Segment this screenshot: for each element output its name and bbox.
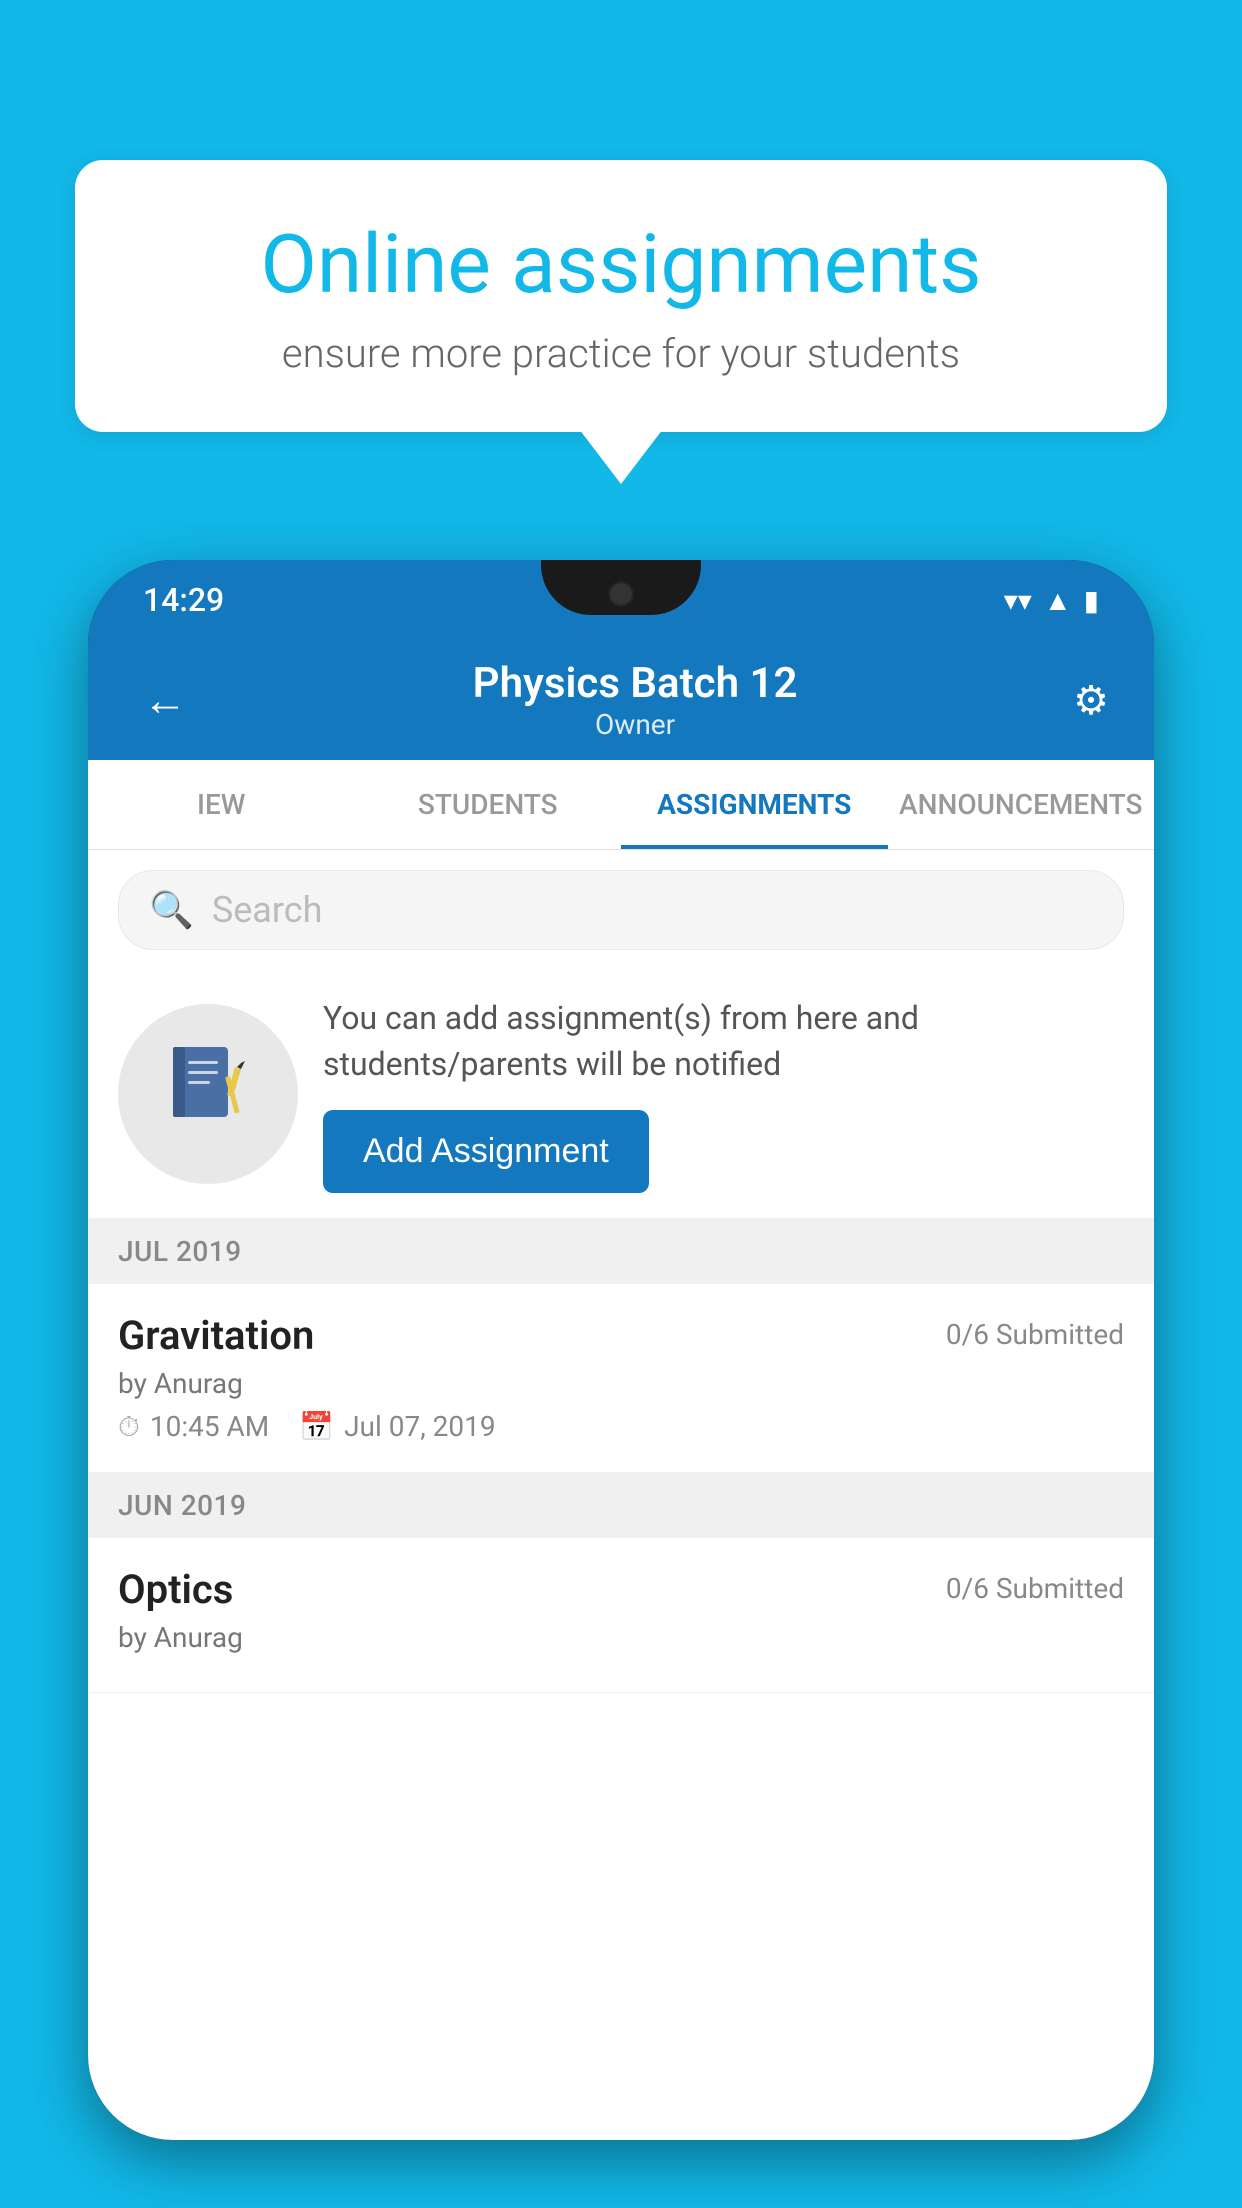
assignment-item-header: Gravitation 0/6 Submitted xyxy=(118,1312,1124,1359)
tabs-bar: IEW STUDENTS ASSIGNMENTS ANNOUNCEMENTS xyxy=(88,760,1154,850)
front-camera xyxy=(608,581,634,607)
section-header-jun: JUN 2019 xyxy=(88,1473,1154,1538)
tab-iew[interactable]: IEW xyxy=(88,760,355,849)
submitted-count: 0/6 Submitted xyxy=(946,1318,1124,1351)
search-placeholder: Search xyxy=(212,889,323,931)
phone-wrapper: 14:29 ▾▾ ▲ ▮ ← Physics Batch 12 Owner ⚙ … xyxy=(88,560,1154,2208)
search-bar[interactable]: 🔍 Search xyxy=(118,870,1124,950)
section-header-jul: JUL 2019 xyxy=(88,1219,1154,1284)
battery-icon: ▮ xyxy=(1084,584,1099,617)
notebook-icon xyxy=(163,1039,253,1149)
calendar-icon: 📅 xyxy=(299,1410,334,1443)
promo-icon-circle xyxy=(118,1004,298,1184)
header-center: Physics Batch 12 Owner xyxy=(197,659,1073,741)
assignment-name: Gravitation xyxy=(118,1312,314,1359)
assignment-time: 10:45 AM xyxy=(150,1410,269,1443)
tab-students[interactable]: STUDENTS xyxy=(355,760,622,849)
meta-date: 📅 Jul 07, 2019 xyxy=(299,1410,495,1443)
tab-announcements[interactable]: ANNOUNCEMENTS xyxy=(888,760,1155,849)
screen-content: 🔍 Search xyxy=(88,850,1154,2140)
speech-bubble-subtitle: ensure more practice for your students xyxy=(145,330,1097,377)
tab-assignments[interactable]: ASSIGNMENTS xyxy=(621,760,888,849)
assignment-name-optics: Optics xyxy=(118,1566,233,1613)
header-title: Physics Batch 12 xyxy=(197,659,1073,708)
assignment-date: Jul 07, 2019 xyxy=(344,1410,496,1443)
promo-content: You can add assignment(s) from here and … xyxy=(323,995,1124,1193)
speech-bubble-title: Online assignments xyxy=(145,220,1097,310)
search-icon: 🔍 xyxy=(149,889,194,931)
phone-notch xyxy=(541,560,701,615)
status-icons: ▾▾ ▲ ▮ xyxy=(1004,584,1099,617)
status-time: 14:29 xyxy=(143,581,224,619)
speech-bubble-container: Online assignments ensure more practice … xyxy=(75,160,1167,432)
promo-text: You can add assignment(s) from here and … xyxy=(323,995,1124,1088)
clock-icon: ⏱ xyxy=(118,1410,140,1444)
signal-icon: ▲ xyxy=(1044,584,1072,617)
assignment-promo: You can add assignment(s) from here and … xyxy=(88,970,1154,1219)
assignment-meta: ⏱ 10:45 AM 📅 Jul 07, 2019 xyxy=(118,1410,1124,1444)
assignment-author-optics: by Anurag xyxy=(118,1621,1124,1654)
phone-frame: 14:29 ▾▾ ▲ ▮ ← Physics Batch 12 Owner ⚙ … xyxy=(88,560,1154,2140)
back-button[interactable]: ← xyxy=(133,664,197,736)
wifi-icon: ▾▾ xyxy=(1004,584,1032,617)
header-subtitle: Owner xyxy=(197,708,1073,741)
speech-bubble: Online assignments ensure more practice … xyxy=(75,160,1167,432)
settings-button[interactable]: ⚙ xyxy=(1073,677,1109,724)
assignment-item-optics[interactable]: Optics 0/6 Submitted by Anurag xyxy=(88,1538,1154,1693)
app-header: ← Physics Batch 12 Owner ⚙ xyxy=(88,640,1154,760)
search-container: 🔍 Search xyxy=(88,850,1154,970)
meta-time: ⏱ 10:45 AM xyxy=(118,1410,269,1444)
add-assignment-button[interactable]: Add Assignment xyxy=(323,1110,649,1193)
submitted-count-optics: 0/6 Submitted xyxy=(946,1572,1124,1605)
assignment-item-header-optics: Optics 0/6 Submitted xyxy=(118,1566,1124,1613)
assignment-author: by Anurag xyxy=(118,1367,1124,1400)
assignment-item-gravitation[interactable]: Gravitation 0/6 Submitted by Anurag ⏱ 10… xyxy=(88,1284,1154,1473)
